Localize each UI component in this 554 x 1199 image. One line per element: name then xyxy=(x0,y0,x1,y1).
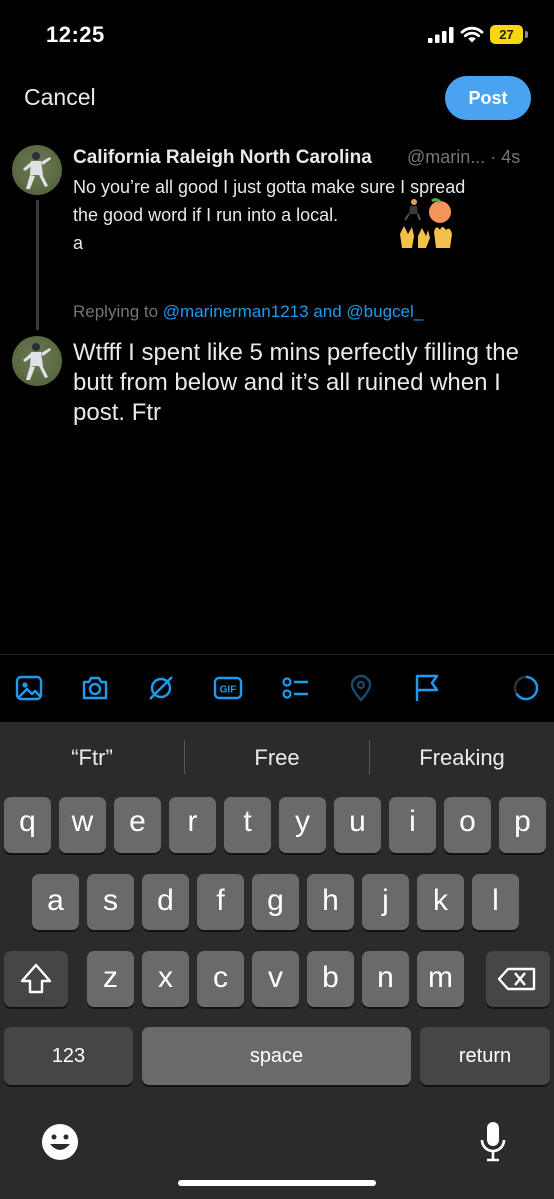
image-icon[interactable] xyxy=(14,673,44,703)
grok-icon[interactable] xyxy=(146,673,176,703)
tweet-line: the good word if I run into a local. xyxy=(73,205,339,225)
compose-avatar xyxy=(12,336,62,386)
key-x[interactable]: x xyxy=(142,951,189,1007)
wifi-icon xyxy=(460,26,484,43)
camera-icon[interactable] xyxy=(80,673,110,703)
key-r[interactable]: r xyxy=(169,797,216,853)
svg-text:GIF: GIF xyxy=(220,685,237,696)
key-h[interactable]: h xyxy=(307,874,354,930)
avatar-image xyxy=(23,343,51,380)
key-e[interactable]: e xyxy=(114,797,161,853)
compose-text-area[interactable]: Wtfff I spent like 5 mins perfectly fill… xyxy=(73,338,543,428)
location-icon[interactable] xyxy=(346,673,376,703)
battery-tip xyxy=(525,31,528,38)
status-bar: 12:25 27 xyxy=(0,0,554,70)
mention-link[interactable]: @bugcel_ xyxy=(346,302,423,321)
key-d[interactable]: d xyxy=(142,874,189,930)
key-t[interactable]: t xyxy=(224,797,271,853)
key-u[interactable]: u xyxy=(334,797,381,853)
space-key[interactable]: space xyxy=(142,1027,411,1085)
numbers-key[interactable]: 123 xyxy=(4,1027,133,1085)
mention-link[interactable]: @marinerman1213 xyxy=(163,302,309,321)
key-a[interactable]: a xyxy=(32,874,79,930)
avatar[interactable] xyxy=(12,145,62,195)
and-word[interactable]: and xyxy=(313,302,341,321)
tweet-author-name: California Raleigh North Carolina xyxy=(73,147,372,168)
key-l[interactable]: l xyxy=(472,874,519,930)
cancel-button[interactable]: Cancel xyxy=(24,84,96,111)
key-m[interactable]: m xyxy=(417,951,464,1007)
home-indicator[interactable] xyxy=(178,1180,376,1186)
key-z[interactable]: z xyxy=(87,951,134,1007)
key-y[interactable]: y xyxy=(279,797,326,853)
emoji-art-icon xyxy=(400,198,452,248)
replying-to-line: Replying to @marinerman1213 and @bugcel_ xyxy=(73,302,423,322)
key-i[interactable]: i xyxy=(389,797,436,853)
return-key[interactable]: return xyxy=(420,1027,550,1085)
backspace-key[interactable] xyxy=(486,951,550,1007)
battery-indicator: 27 xyxy=(490,25,530,44)
gif-icon[interactable]: GIF xyxy=(213,673,243,703)
key-f[interactable]: f xyxy=(197,874,244,930)
tweet-text: No you’re all good I just gotta make sur… xyxy=(73,173,543,257)
key-p[interactable]: p xyxy=(499,797,546,853)
shift-key[interactable] xyxy=(4,951,68,1007)
avatar-image xyxy=(23,152,51,189)
post-button[interactable]: Post xyxy=(445,76,531,120)
key-g[interactable]: g xyxy=(252,874,299,930)
key-k[interactable]: k xyxy=(417,874,464,930)
key-n[interactable]: n xyxy=(362,951,409,1007)
tweet-line: a xyxy=(73,233,84,253)
poll-icon[interactable] xyxy=(280,673,310,703)
compose-toolbar: GIF xyxy=(0,654,554,723)
backspace-icon xyxy=(497,967,536,991)
key-w[interactable]: w xyxy=(59,797,106,853)
tweet-handle-time: @marin... · 4s xyxy=(407,147,521,167)
keyboard: “Ftr” Free Freaking q w e r t y u i o p … xyxy=(0,722,554,1199)
key-o[interactable]: o xyxy=(444,797,491,853)
key-c[interactable]: c xyxy=(197,951,244,1007)
flag-icon[interactable] xyxy=(412,673,442,703)
microphone-icon[interactable] xyxy=(478,1120,508,1164)
key-v[interactable]: v xyxy=(252,951,299,1007)
suggestion-2[interactable]: Free xyxy=(185,722,369,794)
suggestion-1[interactable]: “Ftr” xyxy=(0,722,184,794)
emoji-icon[interactable] xyxy=(40,1122,80,1162)
key-j[interactable]: j xyxy=(362,874,409,930)
cellular-signal-icon xyxy=(428,27,454,43)
shift-arrow-icon xyxy=(20,963,52,994)
key-b[interactable]: b xyxy=(307,951,354,1007)
key-s[interactable]: s xyxy=(87,874,134,930)
key-q[interactable]: q xyxy=(4,797,51,853)
suggestion-3[interactable]: Freaking xyxy=(370,722,554,794)
progress-ring-icon xyxy=(511,673,541,703)
status-time: 12:25 xyxy=(46,22,105,47)
thread-connector xyxy=(36,200,39,330)
battery-level: 27 xyxy=(490,25,523,44)
replying-prefix: Replying to xyxy=(73,302,159,321)
tweet-line: No you’re all good I just gotta make sur… xyxy=(73,177,466,197)
